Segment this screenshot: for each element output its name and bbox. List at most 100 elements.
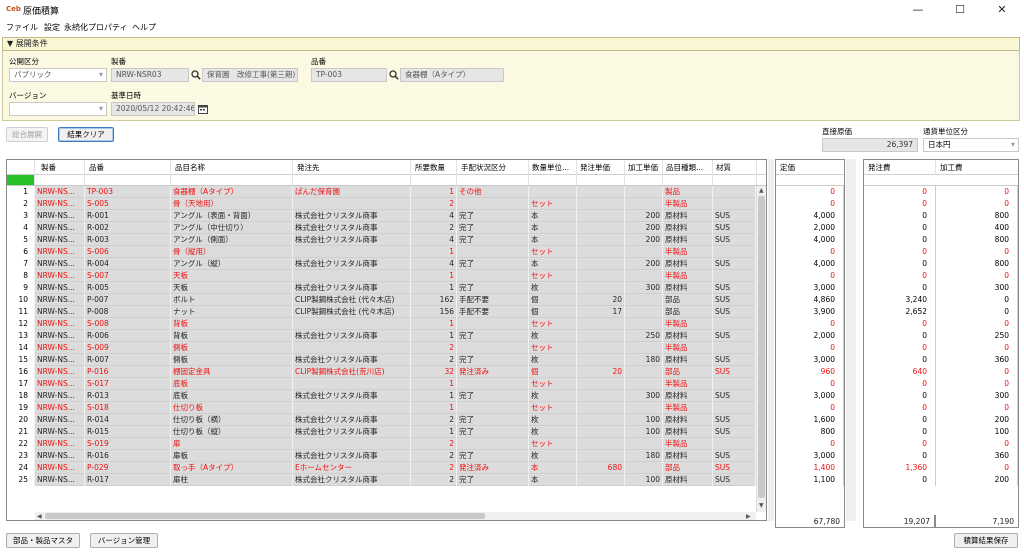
kind-cell[interactable]: 原材料 [663,210,713,222]
filter-cell[interactable] [85,175,171,185]
supplier-cell[interactable]: Eホームセンター [293,462,411,474]
material-cell[interactable]: SUS [713,462,756,474]
list-price-cell[interactable]: 1,100 [776,474,844,486]
table-row[interactable]: 23 NRW-NS... R-016 扉板 株式会社クリスタル商事 2 完了枚 180 原材料 S… [7,450,766,462]
qty-cell[interactable]: 1 [411,186,457,198]
list-price-grid[interactable]: 定価 0 0 4,000 2,000 4,000 0 4,000 0 3,000 4,860 3,9… [775,159,845,521]
col-hinban[interactable]: 品番 [85,160,171,175]
qty-cell[interactable]: 2 [411,414,457,426]
list-price-cell[interactable]: 0 [776,342,844,354]
row-number[interactable]: 8 [7,270,35,282]
kind-cell[interactable]: 原材料 [663,426,713,438]
unit-cell[interactable]: 個 [529,294,577,306]
col-name[interactable]: 品目名称 [171,160,293,175]
qty-cell[interactable]: 2 [411,222,457,234]
supplier-cell[interactable] [293,342,411,354]
status-cell[interactable]: 完了 [457,330,529,342]
kind-cell[interactable]: 原材料 [663,450,713,462]
table-row[interactable]: 00 [864,186,1018,198]
bom-grid[interactable]: 製番 品番 品目名称 発注先 所要数量 手配状況区分 数量単位... 発注単価 … [6,159,767,521]
table-row[interactable]: 0 [776,342,844,354]
table-row[interactable]: 1,400 [776,462,844,474]
table-row[interactable]: 3,900 [776,306,844,318]
item-name-cell[interactable]: 取っ手（Aタイプ） [171,462,293,474]
unit-cell[interactable]: 枚 [529,330,577,342]
material-cell[interactable]: SUS [713,282,756,294]
status-cell[interactable]: 完了 [457,474,529,486]
menu-persistence[interactable]: 永続化プロパティ [64,21,128,35]
item-name-cell[interactable]: 扉板 [171,450,293,462]
row-number[interactable]: 21 [7,426,35,438]
unit-cell[interactable]: 枚 [529,282,577,294]
table-row[interactable]: 00 [864,378,1018,390]
table-row[interactable]: 960 [776,366,844,378]
table-row[interactable]: 0 [776,246,844,258]
processing-cost-cell[interactable]: 360 [936,450,1018,462]
kind-cell[interactable]: 部品 [663,306,713,318]
processing-cost-cell[interactable]: 100 [936,426,1018,438]
unit-cell[interactable]: 本 [529,462,577,474]
table-row[interactable]: 15 NRW-NS... R-007 側板 株式会社クリスタル商事 2 完了枚 180 原材料 S… [7,354,766,366]
proc-price-cell[interactable]: 200 [625,222,663,234]
order-cost-cell[interactable]: 0 [864,426,936,438]
unit-cell[interactable]: 個 [529,366,577,378]
item-name-cell[interactable]: 側板 [171,342,293,354]
row-number[interactable]: 3 [7,210,35,222]
proc-price-cell[interactable]: 250 [625,330,663,342]
processing-cost-cell[interactable]: 0 [936,294,1018,306]
material-cell[interactable]: SUS [713,474,756,486]
order-price-cell[interactable] [577,186,625,198]
order-price-cell[interactable]: 20 [577,294,625,306]
col-processing-cost[interactable]: 加工費 [936,160,1018,175]
list-price-cell[interactable]: 0 [776,270,844,282]
unit-cell[interactable]: 枚 [529,354,577,366]
supplier-cell[interactable]: 株式会社クリスタル商事 [293,282,411,294]
seiban-cell[interactable]: NRW-NS... [35,462,85,474]
material-cell[interactable] [713,342,756,354]
item-name-cell[interactable]: 底板 [171,390,293,402]
item-name-cell[interactable]: 天板 [171,270,293,282]
item-name-cell[interactable]: 骨（天地用） [171,198,293,210]
order-cost-cell[interactable]: 0 [864,270,936,282]
kind-cell[interactable]: 半製品 [663,402,713,414]
row-number[interactable]: 6 [7,246,35,258]
hinban-cell[interactable]: TP-003 [85,186,171,198]
material-cell[interactable] [713,186,756,198]
filter-cell[interactable] [625,175,663,185]
hinban-cell[interactable]: P-007 [85,294,171,306]
row-number[interactable]: 25 [7,474,35,486]
table-row[interactable]: 3,000 [776,282,844,294]
table-row[interactable]: 9 NRW-NS... R-005 天板 株式会社クリスタル商事 1 完了枚 300 原材料 SU… [7,282,766,294]
kind-cell[interactable]: 原材料 [663,282,713,294]
proc-price-cell[interactable] [625,438,663,450]
order-cost-cell[interactable]: 0 [864,474,936,486]
table-row[interactable]: 24 NRW-NS... P-029 取っ手（Aタイプ） Eホームセンター 2 発注済み本 6… [7,462,766,474]
table-row[interactable]: 0 360 [864,450,1018,462]
col-qty[interactable]: 所要数量 [411,160,457,175]
order-cost-cell[interactable]: 0 [864,390,936,402]
proc-price-cell[interactable] [625,402,663,414]
status-cell[interactable] [457,402,529,414]
unit-cell[interactable]: 本 [529,474,577,486]
processing-cost-cell[interactable]: 360 [936,354,1018,366]
material-cell[interactable]: SUS [713,366,756,378]
hinban-cell[interactable]: R-014 [85,414,171,426]
seiban-cell[interactable]: NRW-NS... [35,222,85,234]
publish-select[interactable]: パブリック [9,68,107,82]
qty-cell[interactable]: 2 [411,342,457,354]
list-price-cell[interactable]: 3,000 [776,282,844,294]
processing-cost-cell[interactable]: 200 [936,414,1018,426]
qty-cell[interactable]: 32 [411,366,457,378]
row-number[interactable]: 14 [7,342,35,354]
order-price-cell[interactable]: 17 [577,306,625,318]
supplier-cell[interactable] [293,198,411,210]
filter-cell[interactable] [35,175,85,185]
seiban-cell[interactable]: NRW-NS... [35,234,85,246]
list-price-cell[interactable]: 0 [776,318,844,330]
row-number[interactable]: 24 [7,462,35,474]
hinban-cell[interactable]: R-013 [85,390,171,402]
row-number[interactable]: 23 [7,450,35,462]
proc-price-cell[interactable]: 100 [625,426,663,438]
list-price-cell[interactable]: 3,000 [776,390,844,402]
order-price-cell[interactable] [577,438,625,450]
